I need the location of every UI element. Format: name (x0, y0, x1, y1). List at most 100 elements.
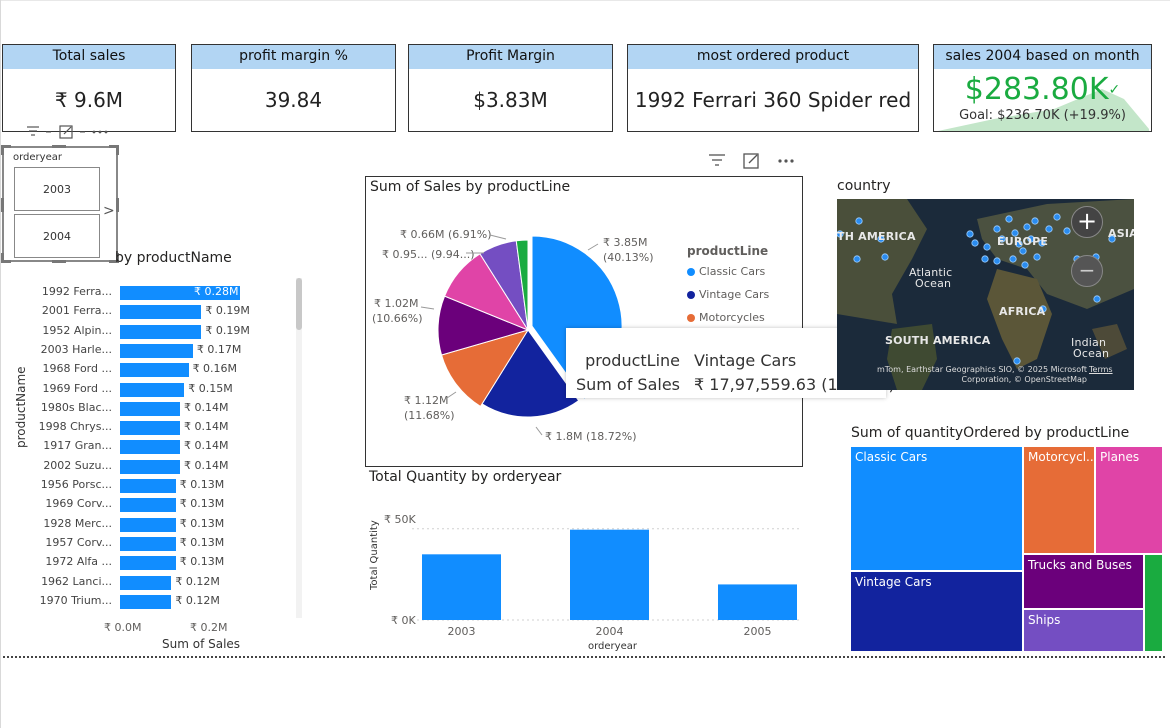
bar-data-label: ₹ 0.14M (184, 400, 229, 414)
bar[interactable] (120, 401, 180, 416)
filter-icon[interactable] (709, 154, 725, 166)
kpi-card-profit-margin-percent[interactable]: profit margin % 39.84 (191, 44, 396, 132)
treemap-cell-ships[interactable]: Ships (1023, 609, 1144, 652)
map-point[interactable] (1019, 247, 1027, 255)
map-point[interactable] (966, 230, 974, 238)
orderyear-slicer[interactable]: orderyear 2003 2004 > (1, 145, 119, 263)
kpi-card-sales-2004-month[interactable]: sales 2004 based on month $283.80K✓ Goal… (933, 44, 1152, 132)
resize-handle[interactable] (52, 145, 66, 148)
treemap-cell-classic-cars[interactable]: Classic Cars (850, 446, 1023, 571)
bar[interactable] (120, 363, 189, 378)
map-point[interactable] (853, 255, 861, 263)
map-label: EUROPE (997, 235, 1049, 248)
legend-dot (687, 291, 695, 299)
scrollbar-track[interactable] (296, 278, 302, 618)
bar[interactable] (120, 594, 172, 609)
legend-item-classic-cars[interactable]: Classic Cars (687, 265, 765, 278)
bar-category-label: 1952 Alpin... (42, 323, 112, 337)
bar-category-label: 1969 Corv... (45, 497, 112, 511)
map-point[interactable] (971, 239, 979, 247)
map-point[interactable] (993, 257, 1001, 265)
resize-handle[interactable] (1, 253, 11, 263)
map-point[interactable] (1013, 357, 1021, 365)
kpi-card-profit-margin[interactable]: Profit Margin $3.83M (408, 44, 613, 132)
resize-handle[interactable] (116, 198, 119, 212)
treemap-cell-trains[interactable] (1144, 554, 1163, 652)
bar[interactable] (120, 440, 180, 455)
bar-data-label: ₹ 0.13M (179, 516, 225, 530)
bar[interactable] (120, 536, 176, 551)
map-point[interactable] (1031, 217, 1039, 225)
map-point[interactable] (1093, 295, 1101, 303)
map-point[interactable] (1021, 261, 1029, 269)
bar-category-label: 1998 Chrys... (38, 420, 112, 434)
slicer-item-2003[interactable]: 2003 (14, 167, 100, 211)
map-point[interactable] (1063, 227, 1071, 235)
treemap-cell-trucks-and-buses[interactable]: Trucks and Buses (1023, 554, 1144, 609)
zoom-out-button[interactable]: − (1071, 255, 1103, 287)
pie-data-label: ₹ 1.8M (18.72%) (545, 430, 637, 443)
kpi-value: 39.84 (264, 88, 323, 112)
bar[interactable] (120, 479, 176, 493)
map-terms-link[interactable]: Terms (1089, 365, 1113, 374)
focus-mode-icon[interactable] (59, 125, 73, 139)
resize-handle[interactable] (1, 198, 4, 212)
map-point[interactable] (1023, 223, 1031, 231)
column-bar[interactable] (570, 529, 649, 620)
bar[interactable] (120, 575, 172, 590)
zoom-in-button[interactable]: + (1071, 206, 1103, 238)
map-point[interactable] (981, 255, 989, 263)
map-point[interactable] (1033, 253, 1041, 261)
bar[interactable] (120, 343, 193, 358)
kpi-card-most-ordered-product[interactable]: most ordered product 1992 Ferrari 360 Sp… (627, 44, 919, 132)
more-options-icon[interactable] (778, 159, 794, 163)
bar-category-label: 1980s Blac... (40, 400, 112, 414)
bar-category-label: 2001 Ferra... (41, 304, 112, 318)
x-tick-label: 2003 (448, 625, 476, 638)
chevron-right-icon[interactable]: > (103, 203, 115, 219)
kpi-value: 1992 Ferrari 360 Spider red (634, 88, 912, 112)
bar-category-label: 1962 Lanci... (41, 574, 112, 588)
filter-icon[interactable] (27, 126, 39, 136)
legend-item-motorcycles[interactable]: Motorcycles (687, 311, 765, 324)
bar[interactable] (120, 459, 180, 474)
column-bar[interactable] (718, 584, 797, 620)
map-label: SOUTH AMERICA (885, 334, 991, 347)
focus-mode-icon[interactable] (743, 153, 759, 169)
more-options-icon[interactable] (92, 130, 108, 134)
resize-handle[interactable] (1, 145, 11, 155)
bar[interactable] (120, 517, 176, 532)
pie-chart-visual[interactable]: Sum of Sales by productLine ₹ 3.85M (40.1… (365, 176, 803, 467)
map-point[interactable] (1045, 225, 1053, 233)
slicer-item-2004[interactable]: 2004 (14, 214, 100, 258)
map-point[interactable] (1053, 213, 1061, 221)
treemap-cell-motorcycles[interactable]: Motorcycl... (1023, 446, 1095, 554)
bar[interactable] (120, 305, 202, 320)
treemap-cell-vintage-cars[interactable]: Vintage Cars (850, 571, 1023, 652)
x-tick-label: ₹ 0.0M (104, 621, 142, 634)
bar-data-label: ₹ 0.17M (196, 342, 242, 356)
bar[interactable] (120, 421, 180, 436)
map-point[interactable] (993, 225, 1001, 233)
bar[interactable] (120, 556, 176, 571)
column-bar[interactable] (422, 554, 501, 620)
kpi-card-total-sales[interactable]: Total sales ₹ 9.6M (2, 44, 176, 132)
pie-data-label: (11.68%) (404, 409, 455, 422)
column-chart-y-axis-label: Total Quantity (369, 520, 380, 590)
bar[interactable] (120, 382, 185, 397)
map-point[interactable] (881, 253, 889, 261)
country-map[interactable]: TH AMERICA EUROPE ASIA Atlantic Ocean AF… (837, 199, 1134, 390)
bar[interactable] (120, 324, 202, 339)
map-point[interactable] (855, 217, 863, 225)
bar[interactable] (120, 498, 176, 513)
map-point[interactable] (1009, 255, 1017, 263)
map-point[interactable] (1005, 215, 1013, 223)
scrollbar-thumb[interactable] (296, 278, 302, 330)
resize-handle[interactable] (109, 145, 119, 155)
treemap-cell-planes[interactable]: Planes (1095, 446, 1163, 554)
map-point[interactable] (983, 243, 991, 251)
bar-category-label: 2003 Harle... (40, 342, 112, 356)
bar-data-label: ₹ 0.13M (179, 535, 225, 549)
legend-item-vintage-cars[interactable]: Vintage Cars (687, 288, 769, 301)
resize-handle[interactable] (52, 260, 66, 263)
